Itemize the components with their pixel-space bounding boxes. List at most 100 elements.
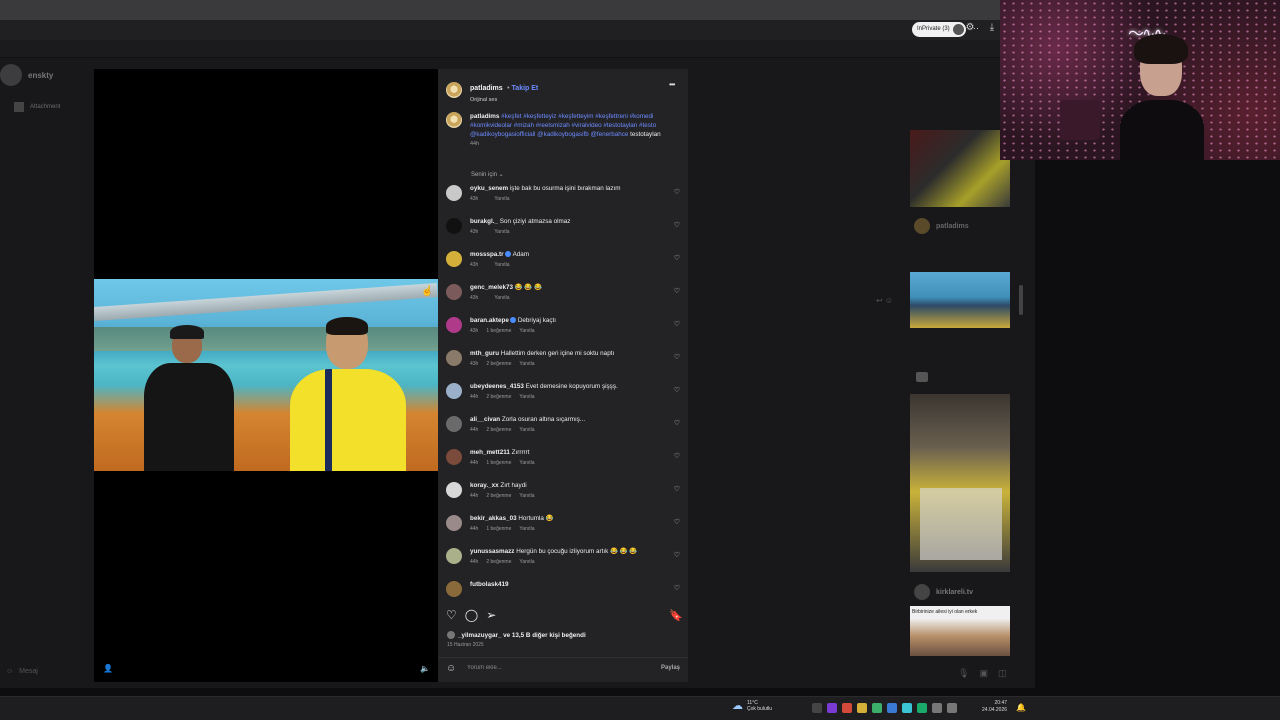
more-options-icon[interactable]: •••	[669, 80, 675, 89]
commenter-avatar[interactable]	[446, 515, 462, 531]
comment-likes[interactable]: 2 beğenme	[486, 559, 511, 565]
comment-heart-icon[interactable]: ♡	[674, 452, 680, 460]
commenter-username[interactable]: genc_melek73	[470, 284, 513, 291]
commenter-username[interactable]: yunussasmazz	[470, 548, 514, 555]
tray-app-icon[interactable]	[812, 703, 822, 713]
comment-likes[interactable]: 1 beğenme	[486, 460, 511, 466]
commenter-username[interactable]: baran.aktepe	[470, 317, 509, 324]
comment-heart-icon[interactable]: ♡	[674, 287, 680, 295]
more-menu-icon[interactable]: ⋯	[970, 23, 979, 34]
commenter-username[interactable]: ali__civan	[470, 416, 500, 423]
tray-app-icon[interactable]	[902, 703, 912, 713]
tray-app-icon[interactable]	[842, 703, 852, 713]
likes-text[interactable]: _yilmazuygar_ ve 13,5 B diğer kişi beğen…	[458, 632, 586, 639]
commenter-avatar[interactable]	[446, 284, 462, 300]
tray-app-icon[interactable]	[857, 703, 867, 713]
tray-app-icon[interactable]	[827, 703, 837, 713]
like-heart-icon[interactable]: ♡	[446, 608, 457, 622]
comment-heart-icon[interactable]: ♡	[674, 386, 680, 394]
tray-app-icon[interactable]	[917, 703, 927, 713]
likes-summary[interactable]: _yilmazuygar_ ve 13,5 B diğer kişi beğen…	[447, 631, 586, 639]
reply-button[interactable]: Yanıtla	[519, 460, 534, 466]
commenter-username[interactable]: mth_guru	[470, 350, 499, 357]
comment-heart-icon[interactable]: ♡	[674, 254, 680, 262]
commenter-avatar[interactable]	[446, 350, 462, 366]
reply-button[interactable]: Yanıtla	[519, 328, 534, 334]
commenter-avatar[interactable]	[446, 449, 462, 465]
comment-time: 44h	[470, 559, 479, 565]
comment-heart-icon[interactable]: ♡	[674, 551, 680, 559]
comment-sort-dropdown[interactable]: Senin için ⌄	[471, 171, 504, 178]
commenter-username[interactable]: oyku_senem	[470, 185, 508, 192]
reply-button[interactable]: Yanıtla	[519, 559, 534, 565]
post-author[interactable]: patladims	[470, 85, 503, 92]
tray-app-icon[interactable]	[887, 703, 897, 713]
comment-likes[interactable]: 2 beğenme	[486, 493, 511, 499]
comment-input[interactable]	[467, 665, 647, 671]
commenter-avatar[interactable]	[446, 317, 462, 333]
caption-username[interactable]: patladims	[470, 113, 499, 120]
commenter-username[interactable]: koray._xx	[470, 482, 499, 489]
speaker-icon[interactable]: 🔈	[420, 664, 430, 673]
reply-button[interactable]: Yanıtla	[519, 427, 534, 433]
commenter-avatar[interactable]	[446, 482, 462, 498]
comment-likes[interactable]: 1 beğenme	[486, 526, 511, 532]
wifi-icon[interactable]	[932, 703, 942, 713]
comment-heart-icon[interactable]: ♡	[674, 188, 680, 196]
comment-heart-icon[interactable]: ♡	[674, 353, 680, 361]
commenter-username[interactable]: futbolask419	[470, 581, 509, 588]
tagged-user-icon[interactable]: 👤	[103, 664, 113, 673]
share-send-icon[interactable]: ➢	[486, 608, 496, 622]
commenter-username[interactable]: ubeydeenes_4153	[470, 383, 524, 390]
caption-avatar[interactable]	[446, 112, 462, 128]
commenter-username[interactable]: bekir_akkas_03	[470, 515, 517, 522]
commenter-avatar[interactable]	[446, 581, 462, 597]
weather-widget[interactable]: ☁ 11°C Çok bulutlu	[732, 700, 772, 712]
emoji-icon[interactable]: ☺	[446, 663, 456, 674]
feed-tile-username: patladims	[936, 222, 969, 230]
save-bookmark-icon[interactable]: 🔖	[669, 609, 683, 622]
author-avatar[interactable]	[446, 82, 462, 98]
reply-button[interactable]: Yanıtla	[494, 295, 509, 301]
reply-button[interactable]: Yanıtla	[494, 262, 509, 268]
comment-likes[interactable]: 1 beğenme	[486, 328, 511, 334]
post-comment-button[interactable]: Paylaş	[661, 665, 680, 671]
comment-bubble-icon[interactable]: ◯	[465, 608, 478, 622]
scrollbar[interactable]	[1019, 285, 1023, 315]
reply-button[interactable]: Yanıtla	[519, 361, 534, 367]
reply-button[interactable]: Yanıtla	[519, 493, 534, 499]
commenter-avatar[interactable]	[446, 416, 462, 432]
inprivate-badge[interactable]: InPrivate (3)	[912, 22, 966, 37]
commenter-avatar[interactable]	[446, 218, 462, 234]
comments-list[interactable]: oyku_senem işte bak bu osurma işini bıra…	[446, 184, 686, 602]
system-clock[interactable]: 20:47 24.04.2026	[982, 700, 1007, 714]
feed-tile-caption: Birbirinize ailesi iyi olan erkek	[912, 609, 978, 615]
comment-heart-icon[interactable]: ♡	[674, 584, 680, 592]
follow-button[interactable]: Takip Et	[512, 85, 539, 92]
video-frame[interactable]	[94, 279, 438, 471]
download-icon[interactable]: ⤓	[986, 22, 998, 34]
volume-icon[interactable]	[947, 703, 957, 713]
comment-heart-icon[interactable]: ♡	[674, 320, 680, 328]
reply-button[interactable]: Yanıtla	[494, 196, 509, 202]
comment-heart-icon[interactable]: ♡	[674, 419, 680, 427]
comment-likes[interactable]: 2 beğenme	[486, 394, 511, 400]
commenter-username[interactable]: meh_mett211	[470, 449, 510, 456]
commenter-username[interactable]: mossspa.tr	[470, 251, 504, 258]
commenter-username[interactable]: burakgl._	[470, 218, 498, 225]
reply-button[interactable]: Yanıtla	[494, 229, 509, 235]
comment-likes[interactable]: 2 beğenme	[486, 427, 511, 433]
comment-heart-icon[interactable]: ♡	[674, 518, 680, 526]
post-audio[interactable]: Orijinal ses	[470, 97, 538, 103]
comment-likes[interactable]: 2 beğenme	[486, 361, 511, 367]
reply-button[interactable]: Yanıtla	[519, 526, 534, 532]
reply-button[interactable]: Yanıtla	[519, 394, 534, 400]
comment-heart-icon[interactable]: ♡	[674, 221, 680, 229]
comment-heart-icon[interactable]: ♡	[674, 485, 680, 493]
tray-app-icon[interactable]	[872, 703, 882, 713]
commenter-avatar[interactable]	[446, 383, 462, 399]
commenter-avatar[interactable]	[446, 185, 462, 201]
notification-bell-icon[interactable]: 🔔	[1016, 703, 1026, 712]
commenter-avatar[interactable]	[446, 251, 462, 267]
commenter-avatar[interactable]	[446, 548, 462, 564]
